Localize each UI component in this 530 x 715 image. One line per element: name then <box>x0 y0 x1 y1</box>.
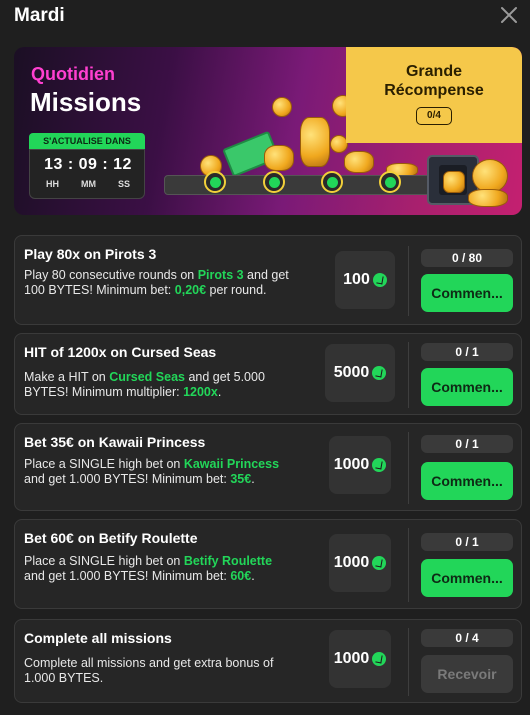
mission-description: Play 80 consecutive rounds on Pirots 3 a… <box>24 268 289 297</box>
mission-title: Bet 35€ on Kawaii Princess <box>24 434 206 450</box>
mission-progress: 0 / 1 <box>421 435 513 453</box>
bytes-coin-icon <box>372 652 387 666</box>
mission-card: Play 80x on Pirots 3 Play 80 consecutive… <box>14 235 522 325</box>
mission-card: HIT of 1200x on Cursed Seas Make a HIT o… <box>14 333 522 415</box>
mission-reward: 100 <box>335 251 395 309</box>
bytes-coin-icon <box>372 273 387 287</box>
grand-reward-box: Grande Récompense 0/4 <box>346 47 522 143</box>
mission-reward: 1000 <box>329 534 391 592</box>
milestone-node <box>321 171 343 193</box>
milestone-node <box>204 171 226 193</box>
claim-reward-button[interactable]: Recevoir <box>421 655 513 693</box>
bytes-coin-icon <box>372 366 387 380</box>
bytes-coin-icon <box>384 176 396 188</box>
banner-subtitle: Quotidien <box>31 64 115 84</box>
refresh-timer: S'ACTUALISE DANS 13 : 09 : 12 HH MM SS <box>29 133 147 199</box>
grand-reward-count: 0/4 <box>416 107 452 125</box>
milestone-node <box>263 171 285 193</box>
mission-title: HIT of 1200x on Cursed Seas <box>24 344 217 360</box>
mission-card: Bet 60€ on Betify Roulette Place a SINGL… <box>14 519 522 609</box>
bytes-coin-icon <box>372 458 387 472</box>
mission-progress: 0 / 80 <box>421 249 513 267</box>
close-icon[interactable] <box>500 6 518 24</box>
missions-banner: Quotidien Missions S'ACTUALISE DANS 13 :… <box>14 47 522 215</box>
timer-units: HH MM SS <box>45 179 130 189</box>
mission-title: Play 80x on Pirots 3 <box>24 246 157 262</box>
milestone-node <box>379 171 401 193</box>
modal-title: Mardi <box>14 5 65 26</box>
mission-title: Bet 60€ on Betify Roulette <box>24 530 198 546</box>
mission-description: Complete all missions and get extra bonu… <box>24 656 274 685</box>
modal-header: Mardi <box>0 0 530 36</box>
start-mission-button[interactable]: Commen... <box>421 559 513 597</box>
mission-card: Bet 35€ on Kawaii Princess Place a SINGL… <box>14 423 522 511</box>
start-mission-button[interactable]: Commen... <box>421 462 513 500</box>
mission-description: Place a SINGLE high bet on Kawaii Prince… <box>24 457 280 486</box>
mission-reward: 1000 <box>329 436 391 494</box>
timer-label: S'ACTUALISE DANS <box>29 133 145 149</box>
mission-title: Complete all missions <box>24 630 172 646</box>
bytes-coin-icon <box>372 556 387 570</box>
mission-card: Complete all missions Complete all missi… <box>14 619 522 703</box>
mission-progress: 0 / 4 <box>421 629 513 647</box>
mission-description: Make a HIT on Cursed Seas and get 5.000 … <box>24 370 265 399</box>
bytes-coin-icon <box>326 176 338 188</box>
mission-reward: 5000 <box>325 344 395 402</box>
mission-progress: 0 / 1 <box>421 533 513 551</box>
start-mission-button[interactable]: Commen... <box>421 368 513 406</box>
grand-reward-title: Grande Récompense <box>384 63 484 99</box>
banner-title: Missions <box>30 87 142 117</box>
mission-progress: 0 / 1 <box>421 343 513 361</box>
timer-digits: 13 : 09 : 12 <box>44 156 132 173</box>
bytes-coin-icon <box>209 176 221 188</box>
mission-description: Place a SINGLE high bet on Betify Roulet… <box>24 554 273 583</box>
mission-reward: 1000 <box>329 630 391 688</box>
bytes-coin-icon <box>268 176 280 188</box>
start-mission-button[interactable]: Commen... <box>421 274 513 312</box>
